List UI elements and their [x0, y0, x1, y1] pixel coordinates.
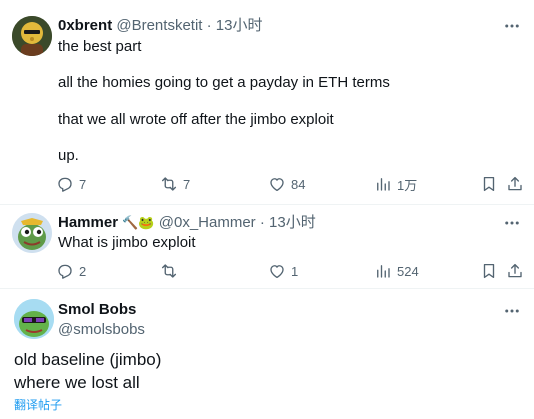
tweet-text-line: all the homies going to get a payday in …: [58, 74, 390, 91]
name-emoji: 🔨🐸: [122, 215, 155, 230]
tweet-header: Smol Bobs @smolsbobs: [58, 300, 145, 340]
bookmark-icon: [483, 263, 495, 279]
like-count: 84: [291, 176, 306, 192]
retweet-button[interactable]: [160, 261, 183, 281]
user-handle[interactable]: @0x_Hammer: [159, 214, 256, 231]
tweet-text-line: the best part: [58, 38, 142, 55]
avatar[interactable]: [12, 213, 52, 253]
tweet-text-line: that we all wrote off after the jimbo ex…: [58, 111, 334, 128]
avatar[interactable]: [14, 299, 54, 339]
retweet-button[interactable]: 7: [160, 174, 190, 194]
views-icon: [377, 265, 390, 278]
share-icon: [508, 263, 522, 278]
tweet-hammer[interactable]: Hammer 🔨🐸 @0x_Hammer · 13小时 What is jimb…: [0, 205, 534, 287]
retweet-icon: [161, 177, 177, 191]
views-count: 524: [397, 263, 419, 279]
views-button[interactable]: 524: [374, 261, 419, 281]
action-bar: 2 1 524: [56, 261, 526, 281]
reply-icon: [58, 264, 72, 279]
user-handle[interactable]: @smolsbobs: [58, 320, 145, 340]
reply-button[interactable]: 7: [56, 174, 86, 194]
retweet-icon: [161, 264, 177, 278]
tweet-0xbrent[interactable]: 0xbrent @Brentsketit · 13小时 the best par…: [0, 0, 534, 203]
display-name[interactable]: Smol Bobs: [58, 300, 145, 320]
tweet-header: Hammer 🔨🐸 @0x_Hammer · 13小时: [58, 213, 316, 233]
reply-count: 7: [79, 176, 87, 192]
views-icon: [377, 178, 390, 191]
translate-post-link[interactable]: 翻译帖子: [14, 396, 62, 413]
tweet-smolbobs[interactable]: Smol Bobs @smolsbobs old baseline (jimbo…: [0, 289, 534, 419]
reply-count: 2: [79, 263, 87, 279]
views-button[interactable]: 1万: [374, 174, 417, 194]
share-button[interactable]: [506, 261, 524, 281]
timestamp[interactable]: 13小时: [216, 17, 263, 34]
heart-icon: [270, 178, 284, 192]
avatar[interactable]: [12, 16, 52, 56]
bookmark-button[interactable]: [480, 174, 498, 194]
share-button[interactable]: [506, 174, 524, 194]
separator-dot: ·: [206, 17, 212, 34]
like-button[interactable]: 84: [268, 174, 305, 194]
tweet-text-line: old baseline (jimbo): [14, 350, 162, 369]
tweet-text-line: What is jimbo exploit: [58, 234, 196, 251]
bookmark-icon: [483, 176, 495, 192]
more-icon[interactable]: [502, 301, 522, 321]
more-icon[interactable]: [502, 16, 522, 36]
more-icon[interactable]: [502, 213, 522, 233]
like-button[interactable]: 1: [268, 261, 298, 281]
avatar-image: [12, 16, 52, 56]
tweet-text-line: where we lost all: [14, 373, 140, 392]
display-name[interactable]: 0xbrent: [58, 17, 112, 34]
reply-icon: [58, 177, 72, 192]
action-bar: 7 7 84 1万: [56, 174, 526, 194]
avatar-image: [12, 213, 52, 253]
tweet-header: 0xbrent @Brentsketit · 13小时: [58, 16, 262, 36]
display-name[interactable]: Hammer: [58, 214, 118, 231]
timestamp[interactable]: 13小时: [269, 214, 316, 231]
reply-button[interactable]: 2: [56, 261, 86, 281]
retweet-count: 7: [183, 176, 191, 192]
avatar-image: [14, 299, 54, 339]
like-count: 1: [291, 263, 299, 279]
user-handle[interactable]: @Brentsketit: [116, 17, 202, 34]
tweet-text-line: up.: [58, 147, 79, 164]
heart-icon: [270, 265, 284, 279]
separator-dot: ·: [259, 214, 265, 231]
views-count: 1万: [397, 177, 418, 193]
share-icon: [508, 176, 522, 191]
bookmark-button[interactable]: [480, 261, 498, 281]
